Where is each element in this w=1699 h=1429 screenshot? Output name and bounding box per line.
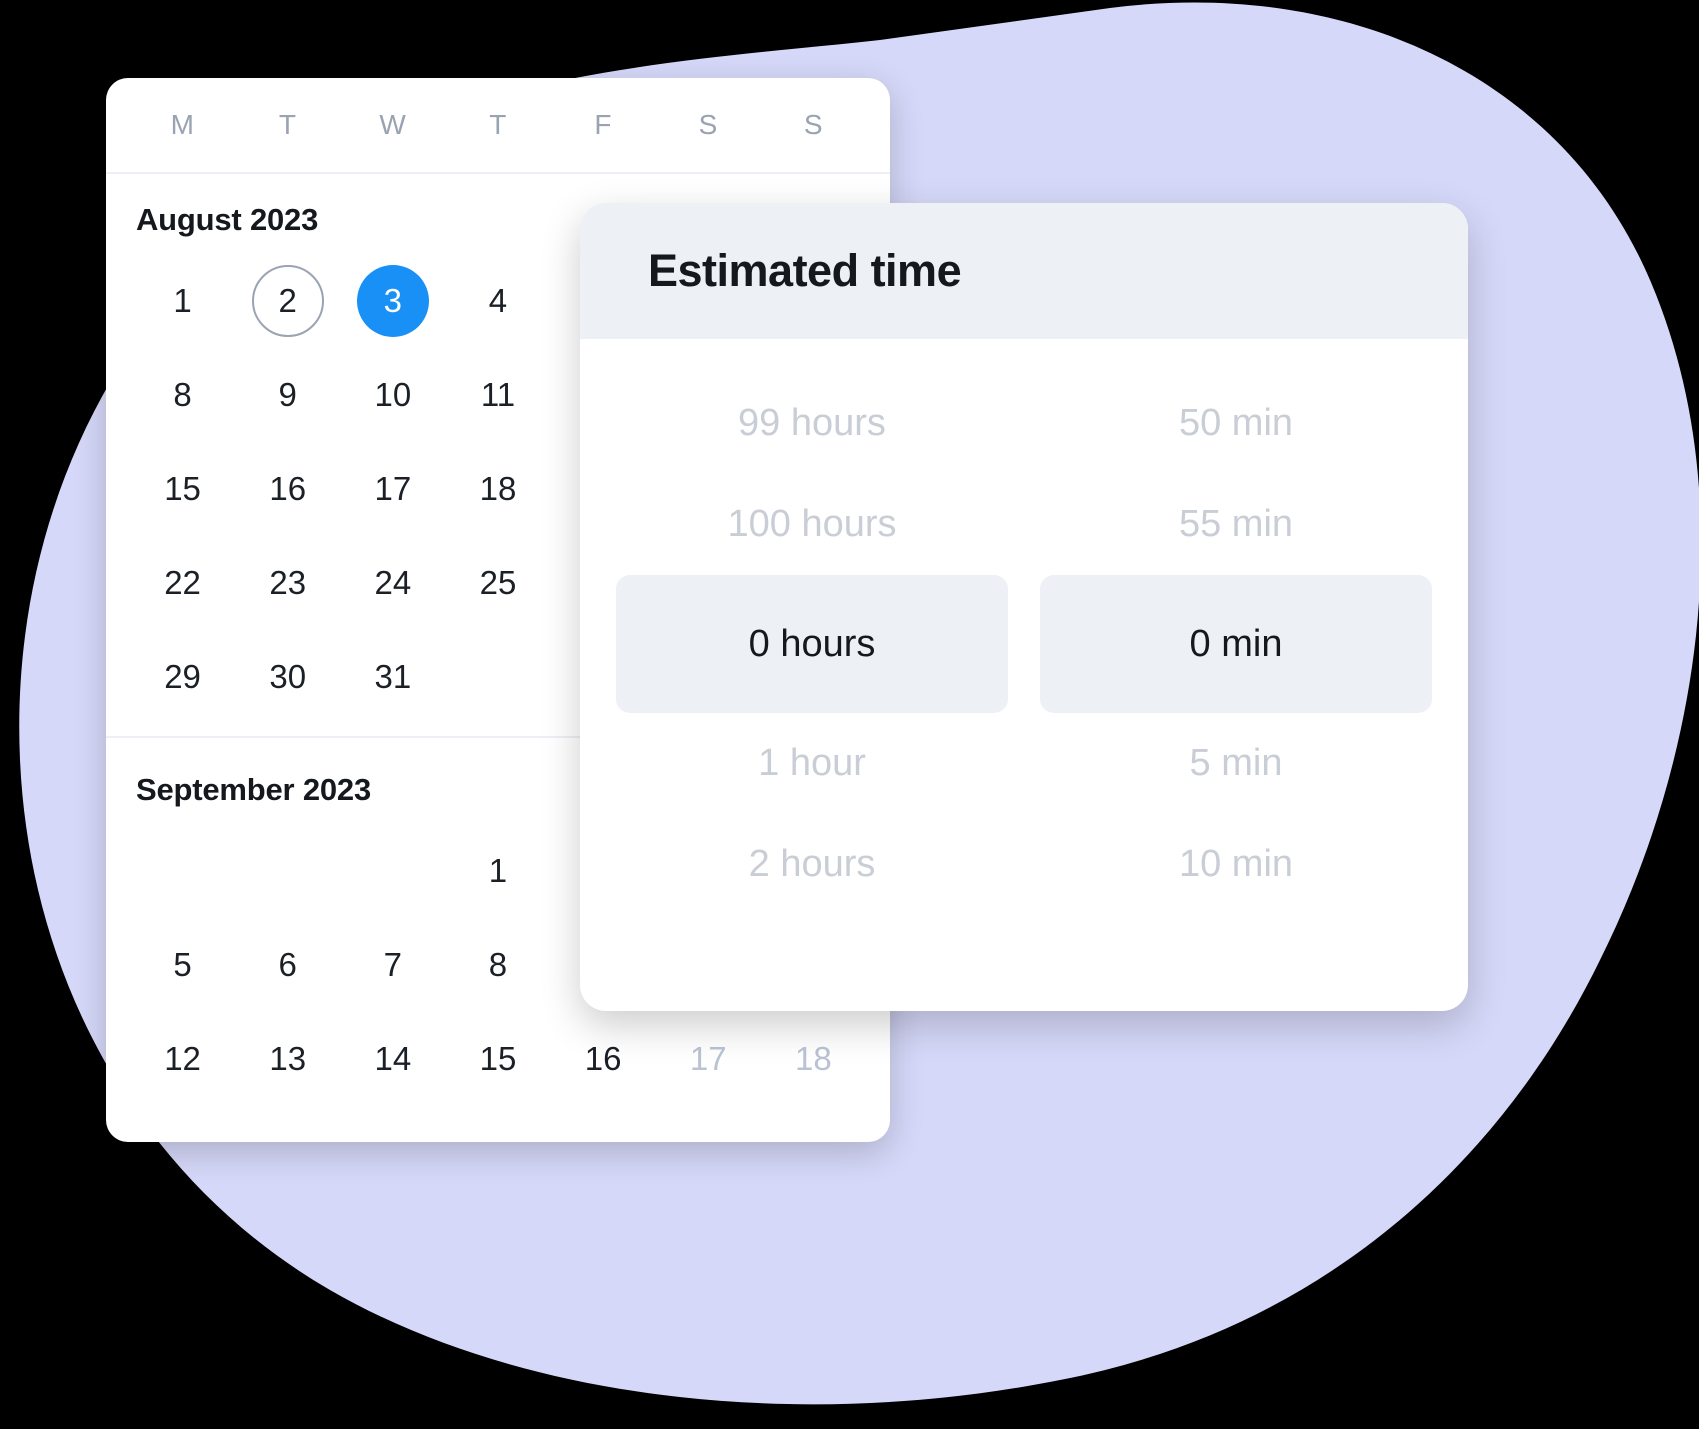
day-number[interactable]: 8 (147, 359, 219, 431)
hours-option[interactable]: 100 hours (616, 474, 1008, 575)
day-cell[interactable]: 8 (130, 348, 235, 442)
weekday-label-friday: F (594, 109, 612, 140)
time-picker-body: 99 hours 100 hours 0 hours 1 hour 2 hour… (580, 339, 1468, 915)
day-number[interactable]: 31 (357, 641, 429, 713)
day-cell-empty (340, 824, 445, 918)
day-cell[interactable]: 11 (445, 348, 550, 442)
day-number[interactable]: 8 (462, 929, 534, 1001)
day-number[interactable]: 25 (462, 547, 534, 619)
day-number[interactable]: 1 (462, 835, 534, 907)
day-number-today[interactable]: 2 (251, 265, 324, 337)
weekday-label-sunday: S (803, 109, 823, 140)
day-number[interactable]: 17 (357, 453, 429, 525)
day-cell[interactable]: 13 (235, 1012, 340, 1106)
day-cell[interactable]: 23 (235, 536, 340, 630)
dialog-header: Estimated time (580, 203, 1468, 339)
day-cell[interactable]: 18 (761, 1012, 866, 1106)
day-cell[interactable]: 17 (340, 442, 445, 536)
minutes-option-selected[interactable]: 0 min (1040, 575, 1432, 713)
day-cell[interactable]: 16 (551, 1012, 656, 1106)
day-number-empty (252, 835, 324, 907)
minutes-picker-column[interactable]: 50 min 55 min 0 min 5 min 10 min (1040, 373, 1432, 915)
day-cell[interactable]: 22 (130, 536, 235, 630)
estimated-time-dialog: Estimated time 99 hours 100 hours 0 hour… (580, 203, 1468, 1011)
day-cell[interactable]: 31 (340, 630, 445, 724)
minutes-option[interactable]: 5 min (1040, 713, 1432, 814)
day-cell[interactable]: 9 (235, 348, 340, 442)
day-number[interactable]: 14 (357, 1023, 429, 1095)
day-number[interactable]: 23 (252, 547, 324, 619)
day-cell-empty (445, 630, 550, 724)
day-cell[interactable]: 24 (340, 536, 445, 630)
day-number[interactable]: 16 (252, 453, 324, 525)
day-cell[interactable]: 3 (340, 254, 445, 348)
day-cell-empty (235, 824, 340, 918)
day-number-selected[interactable]: 3 (356, 265, 429, 337)
day-cell[interactable]: 4 (445, 254, 550, 348)
day-number[interactable]: 15 (462, 1023, 534, 1095)
day-number[interactable]: 12 (147, 1023, 219, 1095)
day-number[interactable]: 10 (357, 359, 429, 431)
day-cell[interactable]: 8 (445, 918, 550, 1012)
day-cell[interactable]: 30 (235, 630, 340, 724)
day-cell[interactable]: 15 (445, 1012, 550, 1106)
day-number[interactable]: 5 (147, 929, 219, 1001)
hours-picker-column[interactable]: 99 hours 100 hours 0 hours 1 hour 2 hour… (616, 373, 1008, 915)
hours-option-selected[interactable]: 0 hours (616, 575, 1008, 713)
minutes-option[interactable]: 10 min (1040, 814, 1432, 915)
day-number[interactable]: 6 (252, 929, 324, 1001)
day-cell-empty (130, 824, 235, 918)
day-cell[interactable]: 18 (445, 442, 550, 536)
day-number[interactable]: 1 (147, 265, 219, 337)
hours-option[interactable]: 2 hours (616, 814, 1008, 915)
day-cell[interactable]: 5 (130, 918, 235, 1012)
weekday-label-tuesday: T (278, 109, 297, 140)
weekday-label-saturday: S (698, 109, 718, 140)
minutes-option[interactable]: 50 min (1040, 373, 1432, 474)
dialog-title: Estimated time (648, 245, 962, 296)
day-cell[interactable]: 16 (235, 442, 340, 536)
day-number[interactable]: 16 (567, 1023, 639, 1095)
day-cell[interactable]: 6 (235, 918, 340, 1012)
day-cell[interactable]: 29 (130, 630, 235, 724)
day-cell[interactable]: 14 (340, 1012, 445, 1106)
day-number[interactable]: 30 (252, 641, 324, 713)
day-number[interactable]: 4 (462, 265, 534, 337)
day-cell[interactable]: 12 (130, 1012, 235, 1106)
day-number[interactable]: 29 (147, 641, 219, 713)
day-number-empty (357, 835, 429, 907)
day-cell[interactable]: 1 (445, 824, 550, 918)
week-row: 12 13 14 15 16 17 18 (130, 1012, 866, 1106)
weekday-header-row: M T W T F S S (106, 78, 890, 174)
day-number[interactable]: 11 (462, 359, 534, 431)
weekday-label-thursday: T (489, 109, 507, 140)
day-number[interactable]: 22 (147, 547, 219, 619)
minutes-option[interactable]: 55 min (1040, 474, 1432, 575)
day-cell[interactable]: 15 (130, 442, 235, 536)
hours-option[interactable]: 1 hour (616, 713, 1008, 814)
day-cell[interactable]: 2 (235, 254, 340, 348)
hours-option[interactable]: 99 hours (616, 373, 1008, 474)
day-number[interactable]: 7 (357, 929, 429, 1001)
day-cell[interactable]: 7 (340, 918, 445, 1012)
day-cell[interactable]: 10 (340, 348, 445, 442)
day-number[interactable]: 13 (252, 1023, 324, 1095)
weekday-label-monday: M (170, 109, 195, 140)
day-number[interactable]: 9 (252, 359, 324, 431)
day-number-muted[interactable]: 17 (672, 1023, 744, 1095)
day-cell[interactable]: 1 (130, 254, 235, 348)
day-cell[interactable]: 17 (656, 1012, 761, 1106)
day-number[interactable]: 15 (147, 453, 219, 525)
day-number-empty (462, 641, 534, 713)
day-number[interactable]: 24 (357, 547, 429, 619)
weekday-label-wednesday: W (379, 109, 407, 140)
day-cell[interactable]: 25 (445, 536, 550, 630)
day-number[interactable]: 18 (462, 453, 534, 525)
day-number-muted[interactable]: 18 (777, 1023, 849, 1095)
day-number-empty (147, 835, 219, 907)
